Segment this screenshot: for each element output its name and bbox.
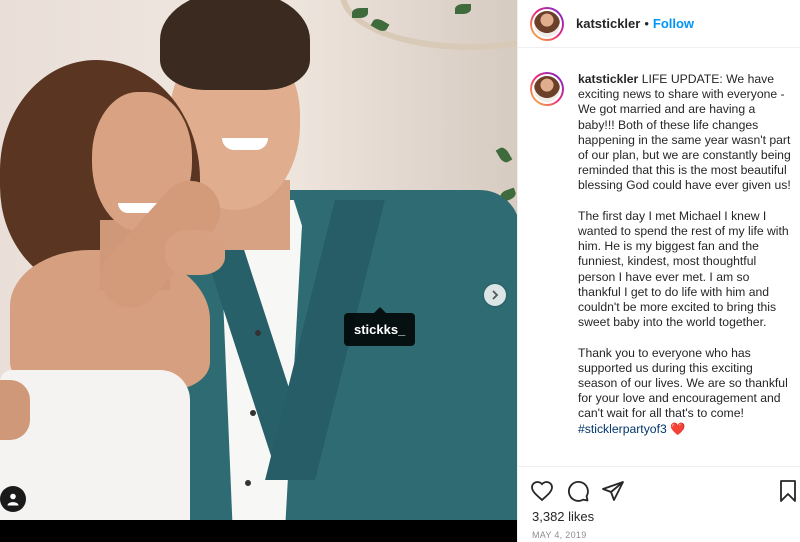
- caption-username[interactable]: katstickler: [578, 72, 638, 86]
- hashtag-link[interactable]: #sticklerpartyof3: [578, 422, 667, 436]
- share-icon[interactable]: [601, 479, 625, 503]
- follow-button[interactable]: Follow: [653, 16, 694, 31]
- user-tag-icon: [7, 493, 19, 506]
- user-tag-popup[interactable]: stickks_: [344, 307, 416, 346]
- tag-pointer: [374, 307, 386, 313]
- post-header: katstickler • Follow: [518, 0, 800, 48]
- leaf-decoration: [352, 8, 368, 18]
- man-hair: [160, 0, 310, 90]
- post-side-panel: katstickler • Follow katstickler LIFE UP…: [517, 0, 800, 542]
- caption-text: katstickler LIFE UPDATE: We have excitin…: [578, 72, 792, 452]
- heart-emoji: ❤️: [670, 421, 686, 436]
- story-ring[interactable]: [530, 6, 564, 41]
- action-bar: 3,382 likes MAY 4, 2019: [518, 466, 800, 542]
- shirt-button: [255, 330, 261, 336]
- caption-story-ring[interactable]: [530, 72, 564, 106]
- shirt-button: [250, 410, 256, 416]
- bookmark-icon[interactable]: [776, 479, 800, 503]
- woman-arm: [0, 380, 30, 440]
- heart-icon[interactable]: [530, 479, 554, 503]
- caption-body: Thank you to everyone who has supported …: [578, 345, 788, 421]
- next-arrow-icon: [492, 290, 499, 300]
- caption-paragraph: Thank you to everyone who has supported …: [578, 346, 792, 437]
- header-username[interactable]: katstickler: [576, 16, 640, 31]
- post-photo[interactable]: stickks_: [0, 0, 517, 520]
- shirt-button: [245, 480, 251, 486]
- photo-letterbox: [0, 520, 517, 542]
- avatar: [532, 8, 562, 39]
- tagged-username[interactable]: stickks_: [344, 313, 416, 346]
- show-tags-button[interactable]: [0, 486, 26, 512]
- caption-paragraph: katstickler LIFE UPDATE: We have excitin…: [578, 72, 792, 194]
- separator-dot: •: [644, 16, 649, 31]
- next-photo-button[interactable]: [484, 284, 506, 306]
- caption-paragraph: The first day I met Michael I knew I wan…: [578, 208, 789, 330]
- post-date[interactable]: MAY 4, 2019: [532, 530, 587, 540]
- caption-avatar: [532, 74, 562, 104]
- caption-body: LIFE UPDATE: We have exciting news to sh…: [578, 72, 791, 193]
- man-smile: [222, 138, 268, 150]
- caption: katstickler LIFE UPDATE: We have excitin…: [530, 72, 798, 452]
- woman-hand: [165, 230, 225, 275]
- leaf-decoration: [455, 4, 471, 14]
- comment-icon[interactable]: [566, 479, 590, 503]
- like-count[interactable]: 3,382 likes: [532, 509, 594, 524]
